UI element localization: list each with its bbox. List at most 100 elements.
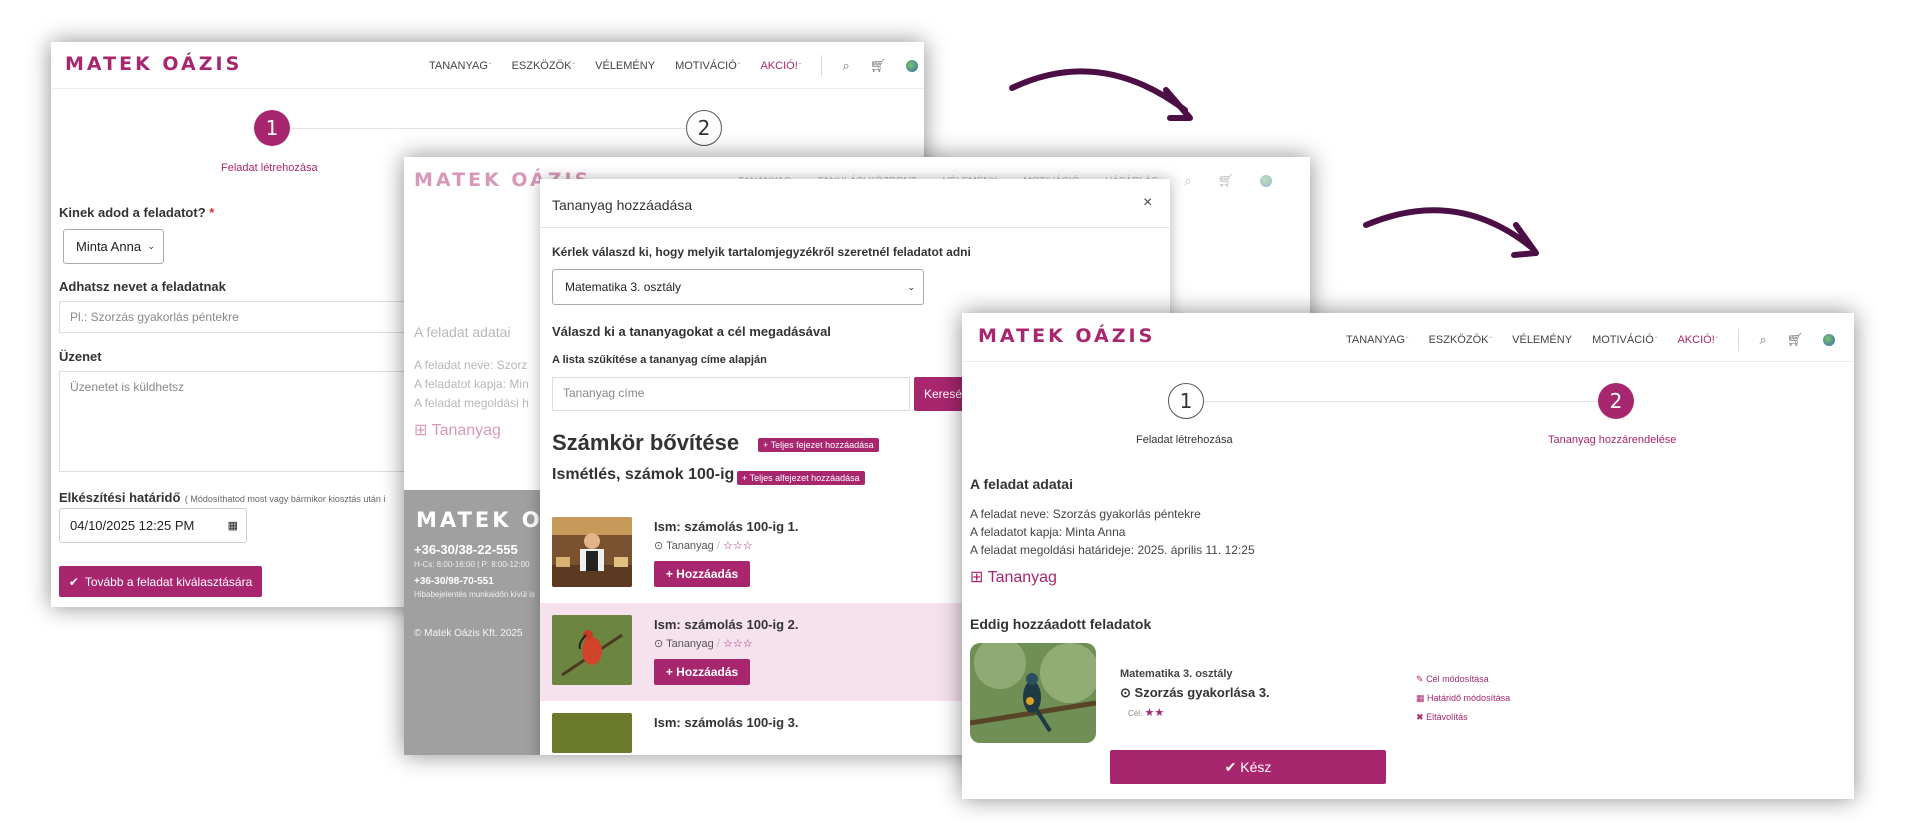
nav-velemeny[interactable]: VÉLEMÉNY: [1512, 334, 1572, 346]
bg-details-title: A feladat adatai: [414, 324, 511, 340]
globe-icon[interactable]: [1823, 334, 1836, 346]
main-nav: TANANYAG ESZKÖZÖK VÉLEMÉNY MOTIVÁCIÓ AKC…: [1346, 329, 1836, 351]
toc-select[interactable]: Matematika 3. osztály ⌄: [552, 269, 924, 305]
footer-phone-2[interactable]: +36-30/98-70-551: [414, 576, 494, 587]
step-1-label: Feladat létrehozása: [1136, 434, 1233, 446]
globe-icon[interactable]: [906, 60, 919, 72]
cart-icon[interactable]: 🛒︎: [1218, 173, 1235, 189]
add-chapter-button[interactable]: + Teljes fejezet hozzáadása: [758, 438, 879, 452]
who-label: Kinek adod a feladatot? *: [59, 205, 215, 220]
task-name: ⊙ Szorzás gyakorlása 3.: [1120, 685, 1270, 700]
task-thumb-bird: [970, 643, 1096, 743]
item-title[interactable]: Ism: számolás 100-ig 3.: [654, 715, 799, 730]
flow-arrow-2: [1363, 207, 1539, 258]
task-name-input[interactable]: Pl.: Szorzás gyakorlás péntekre: [59, 301, 439, 333]
item-title[interactable]: Ism: számolás 100-ig 2.: [654, 617, 799, 632]
subchapter-title: Ismétlés, számok 100-ig: [552, 466, 735, 483]
star-icon: ★★: [1144, 707, 1165, 719]
calendar-icon: ▦: [1416, 693, 1425, 703]
footer-phone-1[interactable]: +36-30/38-22-555: [414, 542, 518, 557]
nav-motivacio[interactable]: MOTIVÁCIÓ: [675, 60, 740, 72]
step-1-circle: 1: [254, 110, 290, 146]
search-icon[interactable]: ⌕: [842, 58, 849, 74]
deadline-label: Elkészítési határidő ( Módosíthatod most…: [59, 490, 386, 505]
done-button[interactable]: ✔ Kész: [1110, 750, 1386, 784]
nav-velemeny[interactable]: VÉLEMÉNY: [595, 60, 655, 72]
step-2-label: Tananyag hozzárendelése: [1548, 434, 1677, 446]
add-subchapter-button[interactable]: + Teljes alfejezet hozzáadása: [737, 471, 865, 485]
chapter-title: Számkör bővítése: [552, 430, 740, 455]
logo[interactable]: MATEK OÁZIS: [65, 53, 242, 75]
item-thumb-leaves: [552, 713, 632, 753]
add-item-2-button[interactable]: + Hozzáadás: [654, 659, 750, 685]
task-details: A feladat neve: Szorzás gyakorlás péntek…: [970, 505, 1255, 559]
bg-tananyag-link[interactable]: ⊞ Tananyag: [414, 420, 501, 440]
check-icon: ✔: [68, 574, 79, 589]
chevron-down-icon: ⌄: [907, 281, 915, 292]
filter-input[interactable]: Tananyag címe: [552, 377, 910, 411]
nav-divider: [1738, 329, 1740, 351]
details-title: A feladat adatai: [970, 476, 1073, 492]
detail-deadline: A feladat megoldási határideje: 2025. áp…: [970, 543, 1255, 557]
close-icon: ✖: [1416, 712, 1424, 722]
globe-icon[interactable]: [1260, 175, 1273, 187]
step-2-circle: 2: [1598, 383, 1634, 419]
item-meta: ⊙ Tananyag / ☆☆☆: [654, 540, 753, 552]
star-icon[interactable]: ☆☆☆: [723, 638, 753, 650]
item-title[interactable]: Ism: számolás 100-ig 1.: [654, 519, 799, 534]
nav-eszkozok[interactable]: ESZKÖZÖK: [1429, 334, 1493, 346]
edit-deadline-link[interactable]: ▦ Határidő módosítása: [1416, 689, 1510, 708]
tananyag-link[interactable]: ⊞ Tananyag: [970, 567, 1057, 587]
star-icon[interactable]: ☆☆☆: [723, 540, 753, 552]
chevron-down-icon: ⌄: [147, 241, 155, 251]
message-label: Üzenet: [59, 349, 102, 364]
nav-tananyag[interactable]: TANANYAG: [429, 60, 492, 72]
nav-tananyag[interactable]: TANANYAG: [1346, 334, 1409, 346]
item-thumb-shopkeeper: [552, 517, 632, 587]
plus-square-icon: ⊞: [970, 569, 984, 586]
screenshot-assigned-material: MATEK OÁZIS TANANYAG ESZKÖZÖK VÉLEMÉNY M…: [962, 313, 1854, 799]
calendar-icon[interactable]: ▦: [228, 519, 238, 532]
stepper-line: [287, 128, 717, 129]
check-icon: ✔: [1224, 758, 1237, 775]
task-course: Matematika 3. osztály: [1120, 668, 1233, 680]
add-item-1-button[interactable]: + Hozzáadás: [654, 561, 750, 587]
pencil-icon: ✎: [1416, 674, 1424, 684]
step-1-label: Feladat létrehozása: [221, 162, 318, 174]
close-icon[interactable]: ×: [1143, 194, 1152, 212]
filter-label: A lista szűkítése a tananyag címe alapjá…: [552, 354, 767, 366]
flow-arrow-1: [1009, 68, 1193, 121]
cart-icon[interactable]: 🛒︎: [870, 58, 887, 74]
footer-hours: H-Cs: 8:00-16:00 | P: 8:00-12:00: [414, 560, 530, 569]
logo[interactable]: MATEK OÁZIS: [978, 325, 1155, 347]
edit-goal-link[interactable]: ✎ Cél módosítása: [1416, 670, 1510, 689]
stepper-line: [1188, 401, 1608, 402]
item-thumb-bird: [552, 615, 632, 685]
task-goal: Cél: ★★: [1128, 707, 1165, 719]
modal-header-divider: [540, 227, 1170, 228]
modal-title: Tananyag hozzáadása: [552, 197, 693, 213]
student-select[interactable]: Minta Anna ⌄: [63, 229, 164, 264]
clock-icon: ⊙: [654, 638, 664, 650]
nav-akcio[interactable]: AKCIÓ!: [1677, 334, 1718, 346]
search-icon[interactable]: ⌕: [1184, 173, 1191, 189]
footer-copyright: © Matek Oázis Kft. 2025: [414, 628, 523, 639]
step-1-circle: 1: [1168, 383, 1204, 419]
cart-icon[interactable]: 🛒︎: [1787, 332, 1804, 348]
message-textarea[interactable]: Üzenetet is küldhetsz: [59, 371, 439, 472]
bg-details: A feladat neve: Szorz A feladatot kapja: …: [414, 358, 529, 410]
detail-name: A feladat neve: Szorzás gyakorlás péntek…: [970, 507, 1201, 521]
search-icon[interactable]: ⌕: [1759, 332, 1766, 348]
nav-akcio[interactable]: AKCIÓ!: [760, 60, 801, 72]
nav-motivacio[interactable]: MOTIVÁCIÓ: [1592, 334, 1657, 346]
step-2-circle: 2: [686, 110, 722, 146]
remove-link[interactable]: ✖ Eltávolítás: [1416, 708, 1510, 727]
clock-icon: ⊙: [1120, 685, 1131, 700]
main-nav: TANANYAG ESZKÖZÖK VÉLEMÉNY MOTIVÁCIÓ AKC…: [429, 55, 919, 77]
toc-label: Kérlek válaszd ki, hogy melyik tartalomj…: [552, 245, 971, 259]
nav-divider: [821, 55, 823, 77]
next-button[interactable]: ✔ Tovább a feladat kiválasztására: [59, 566, 262, 597]
footer-note: Hibabejelentés munkaidőn kívül is: [414, 590, 535, 599]
deadline-input[interactable]: 04/10/2025 12:25 PM ▦: [59, 508, 247, 543]
nav-eszkozok[interactable]: ESZKÖZÖK: [512, 60, 576, 72]
